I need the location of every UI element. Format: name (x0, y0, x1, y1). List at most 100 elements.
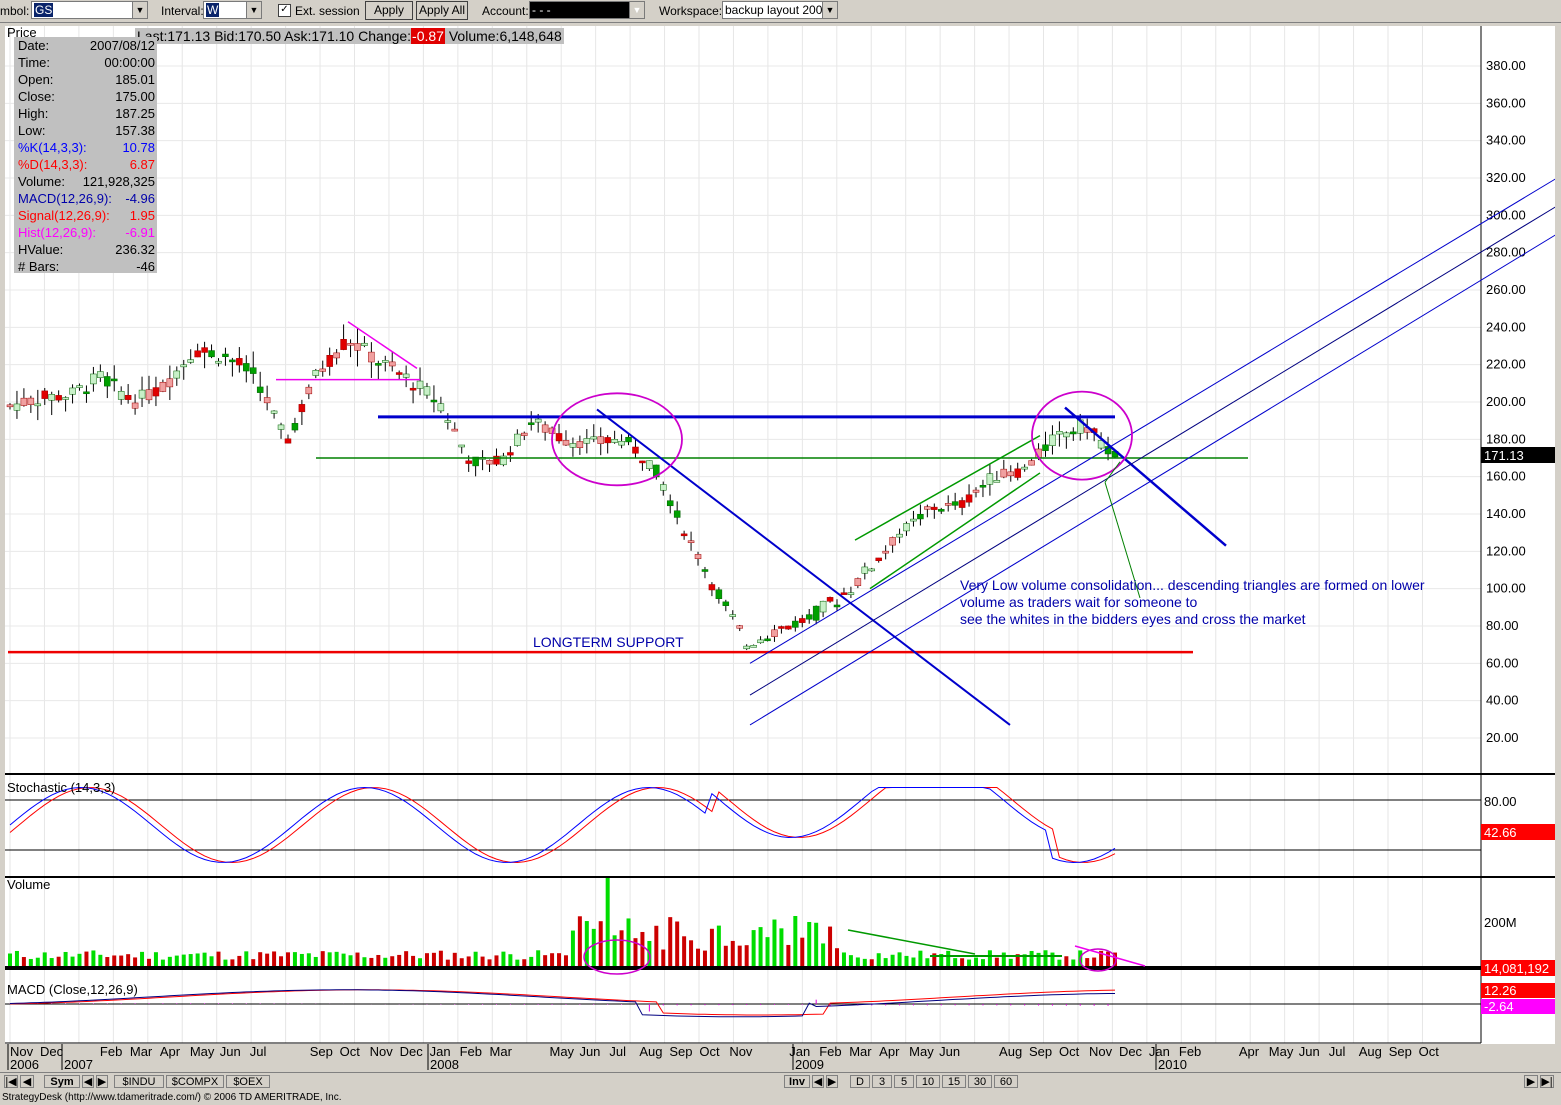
scroll-last-icon[interactable]: ▶| (1540, 1075, 1554, 1088)
month-label: Jul (250, 1044, 267, 1059)
volume-bar (153, 952, 158, 966)
apply-button[interactable]: Apply (365, 1, 413, 20)
vertical-scrollbar[interactable] (1555, 26, 1561, 1044)
volume-bar (897, 952, 902, 966)
ext-session-checkbox[interactable]: ✓ (278, 4, 291, 17)
volume-bar (244, 951, 249, 966)
year-label: 2010 (1158, 1057, 1187, 1072)
scroll-right-icon[interactable]: ▶ (1524, 1075, 1538, 1088)
tab-indu[interactable]: $INDU (114, 1075, 164, 1088)
candle-body (249, 367, 257, 374)
candle-body (76, 385, 83, 388)
candle-body (840, 592, 848, 595)
volume-bar (1001, 952, 1006, 966)
candle-body (569, 443, 577, 448)
volume-bar (918, 950, 923, 966)
symbol-value: GS (34, 3, 54, 17)
month-label: Sep (1029, 1044, 1052, 1059)
interval-button[interactable]: D (850, 1075, 870, 1088)
volume-bar (980, 959, 985, 966)
interval-button[interactable]: 3 (872, 1075, 892, 1088)
tab-next-icon[interactable]: ▶ (96, 1075, 108, 1088)
month-label: Jun (1299, 1044, 1320, 1059)
candle-body (305, 386, 313, 395)
data-window-row: Volume: 121,928,325 (14, 173, 157, 190)
month-label: Oct (699, 1044, 720, 1059)
scroll-first-icon[interactable]: |◀ (4, 1075, 18, 1088)
account-label: Account: (482, 4, 529, 18)
data-window: Date: 2007/08/12 Time: 00:00:00 Open: 185.01 C… (14, 37, 157, 274)
month-label: May (909, 1044, 934, 1059)
candle-body (187, 359, 194, 363)
candle-body (521, 432, 528, 436)
interval-button[interactable]: 60 (994, 1075, 1018, 1088)
price-tick-label: 380.00 (1486, 58, 1526, 73)
volume-bar (640, 931, 645, 966)
data-window-row: Date: 2007/08/12 (14, 37, 157, 54)
volume-bar (1057, 959, 1062, 966)
candle-body (701, 569, 709, 572)
volume-bar (327, 952, 332, 966)
chevron-down-icon[interactable]: ▼ (246, 2, 261, 18)
data-window-value: -46 (136, 259, 155, 274)
volume-bar (306, 953, 311, 966)
volume-bar (459, 958, 464, 966)
volume-bar (133, 957, 138, 966)
scroll-left-icon[interactable]: ◀ (20, 1075, 34, 1088)
interval-button[interactable]: 10 (916, 1075, 940, 1088)
candle-body (750, 645, 757, 648)
year-label: 2006 (10, 1057, 39, 1072)
candle-body (639, 460, 646, 464)
chevron-down-icon[interactable]: ▼ (132, 2, 147, 18)
volume-bar (383, 957, 388, 966)
candle-body (805, 614, 813, 620)
volume-bar (487, 959, 492, 966)
quote-strip: Last:171.13 Bid:170.50 Ask:171.10 Change… (135, 28, 564, 44)
interval-prev-icon[interactable]: ◀ (812, 1075, 824, 1088)
candle-body (931, 506, 938, 510)
data-window-key: # Bars: (18, 259, 60, 274)
candle-body (833, 604, 841, 608)
candle-body (41, 390, 48, 399)
candle-body (771, 629, 778, 637)
tab-sym[interactable]: Sym (44, 1075, 80, 1088)
month-label: Dec (40, 1044, 64, 1059)
candle-body (375, 363, 382, 366)
volume-bar (689, 940, 694, 966)
volume-bar (21, 957, 26, 966)
month-label: Aug (1359, 1044, 1382, 1059)
change-value: -0.87 (411, 28, 445, 44)
volume-bar (181, 954, 186, 966)
candle-body (20, 397, 28, 406)
data-window-row: High: 187.25 (14, 105, 157, 122)
chevron-down-icon[interactable]: ▼ (629, 2, 644, 18)
interval-value: W (206, 3, 220, 17)
volume-bar (1029, 950, 1034, 966)
data-window-row: HValue: 236.32 (14, 241, 157, 258)
interval-button[interactable]: 30 (968, 1075, 992, 1088)
symbol-input[interactable]: GS ▼ (31, 1, 148, 19)
interval-select[interactable]: W ▼ (203, 1, 262, 19)
tab-compx[interactable]: $COMPX (166, 1075, 224, 1088)
tab-prev-icon[interactable]: ◀ (82, 1075, 94, 1088)
tab-oex[interactable]: $OEX (226, 1075, 270, 1088)
volume-bar (1092, 957, 1097, 966)
account-select[interactable]: - - - ▼ (529, 1, 645, 19)
interval-button[interactable]: 5 (894, 1075, 914, 1088)
volume-bar (744, 945, 749, 966)
interval-next-icon[interactable]: ▶ (826, 1075, 838, 1088)
candle-body (924, 506, 931, 510)
volume-bar (953, 958, 958, 966)
candle-body (861, 566, 869, 574)
data-window-value: 1.95 (129, 208, 155, 223)
interval-button[interactable]: 15 (942, 1075, 966, 1088)
chart-area[interactable]: 20.00 40.00 60.00 80.00 100.00 120.00 140.00 16… (0, 22, 1561, 1072)
volume-bar (598, 921, 603, 966)
apply-all-button[interactable]: Apply All (416, 1, 468, 20)
candle-body (673, 510, 681, 518)
volume-bar (828, 926, 833, 966)
volume-bar (987, 950, 992, 966)
inv-button[interactable]: Inv (784, 1075, 810, 1088)
chevron-down-icon[interactable]: ▼ (822, 2, 837, 18)
workspace-select[interactable]: backup layout 2009 ▼ (722, 1, 838, 19)
